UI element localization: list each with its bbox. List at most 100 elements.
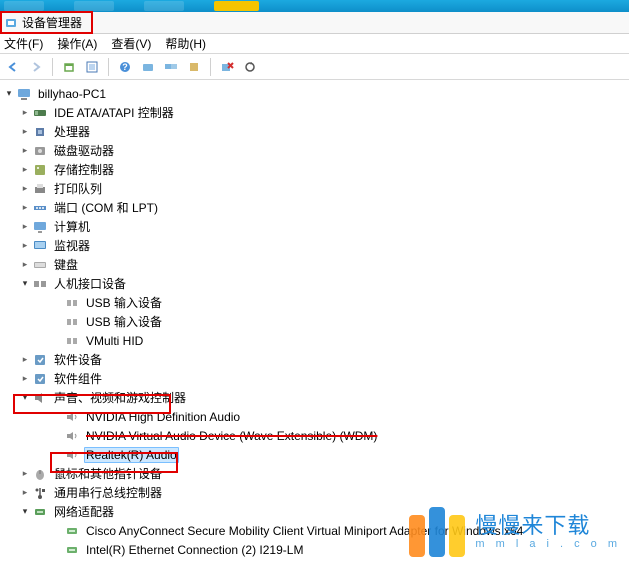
- menu-view[interactable]: 查看(V): [111, 35, 151, 52]
- tree-node-label: 计算机: [52, 217, 92, 236]
- tree-node-label: 磁盘驱动器: [52, 141, 116, 160]
- tree-leaf-label: Realtek(R) Audio: [84, 447, 179, 463]
- tree-leaf[interactable]: NVIDIA Virtual Audio Device (Wave Extens…: [2, 426, 627, 445]
- tree-node[interactable]: ▸打印队列: [2, 179, 627, 198]
- tree-leaf[interactable]: Cisco AnyConnect Secure Mobility Client …: [2, 521, 627, 540]
- mouse-icon: [32, 466, 48, 482]
- app-icon: [4, 16, 18, 30]
- collapse-arrow[interactable]: ▾: [18, 391, 32, 405]
- tree-node[interactable]: ▸ 端口 (COM 和 LPT): [2, 198, 627, 217]
- cpu-icon: [32, 124, 48, 140]
- menu-file[interactable]: 文件(F): [4, 35, 43, 52]
- forward-button[interactable]: [27, 58, 45, 76]
- computer-icon: [16, 86, 32, 102]
- soft-icon: [32, 352, 48, 368]
- show-hidden-button[interactable]: [139, 58, 157, 76]
- hid-icon: [32, 276, 48, 292]
- tree-node[interactable]: ▸IDE ATA/ATAPI 控制器: [2, 103, 627, 122]
- tree-leaf-label: Cisco AnyConnect Secure Mobility Client …: [84, 523, 525, 539]
- tree-leaf[interactable]: Realtek(R) Audio: [2, 445, 627, 464]
- storage-icon: [32, 162, 48, 178]
- device-tree[interactable]: ▾billyhao-PC1▸IDE ATA/ATAPI 控制器▸处理器▸磁盘驱动…: [0, 80, 629, 563]
- usb-icon: [32, 485, 48, 501]
- taskbar: [0, 0, 629, 12]
- expand-arrow[interactable]: ▸: [18, 220, 32, 234]
- tree-node[interactable]: ▾声音、视频和游戏控制器: [2, 388, 627, 407]
- tree-node-label: 键盘: [52, 255, 80, 274]
- expand-arrow[interactable]: ▸: [18, 144, 32, 158]
- taskbar-item[interactable]: [144, 1, 184, 11]
- menu-bar: 文件(F) 操作(A) 查看(V) 帮助(H): [0, 34, 629, 54]
- tree-leaf[interactable]: USB 输入设备: [2, 312, 627, 331]
- taskbar-item[interactable]: [4, 1, 44, 11]
- taskbar-item[interactable]: [74, 1, 114, 11]
- tree-node-label: 端口 (COM 和 LPT): [52, 198, 160, 217]
- soft-icon: [32, 371, 48, 387]
- help-button[interactable]: ?: [116, 58, 134, 76]
- tree-node[interactable]: ▸软件组件: [2, 369, 627, 388]
- collapse-arrow[interactable]: ▾: [2, 87, 16, 101]
- tree-node-label: 通用串行总线控制器: [52, 483, 164, 502]
- expand-arrow[interactable]: ▸: [18, 163, 32, 177]
- tree-leaf[interactable]: NVIDIA High Definition Audio: [2, 407, 627, 426]
- menu-action[interactable]: 操作(A): [57, 35, 97, 52]
- tree-leaf[interactable]: Intel(R) Ethernet Connection (2) I219-LM: [2, 540, 627, 559]
- svg-text:?: ?: [122, 62, 128, 72]
- separator: [52, 58, 53, 76]
- net-sub-icon: [64, 523, 80, 539]
- toolbar: ?: [0, 54, 629, 80]
- tree-leaf-label: USB 输入设备: [84, 312, 164, 331]
- update-driver-button[interactable]: [185, 58, 203, 76]
- back-button[interactable]: [4, 58, 22, 76]
- tree-node[interactable]: ▾ 网络适配器: [2, 502, 627, 521]
- expand-arrow[interactable]: ▸: [18, 106, 32, 120]
- tree-node[interactable]: ▸ 计算机: [2, 217, 627, 236]
- expand-arrow[interactable]: ▸: [18, 201, 32, 215]
- taskbar-item[interactable]: [214, 1, 259, 11]
- refresh-button[interactable]: [241, 58, 259, 76]
- hid-sub-icon: [64, 295, 80, 311]
- expand-arrow[interactable]: ▸: [18, 258, 32, 272]
- tree-node[interactable]: ▸ 监视器: [2, 236, 627, 255]
- tree-node-label: 网络适配器: [52, 502, 116, 521]
- tree-node[interactable]: ▸ 通用串行总线控制器: [2, 483, 627, 502]
- expand-arrow[interactable]: ▸: [18, 353, 32, 367]
- expand-arrow[interactable]: ▸: [18, 182, 32, 196]
- tree-leaf[interactable]: VMulti HID: [2, 331, 627, 350]
- expand-arrow[interactable]: ▸: [18, 125, 32, 139]
- title-bar: 设备管理器: [0, 12, 629, 34]
- tree-leaf-label: VMulti HID: [84, 333, 145, 349]
- tree-node[interactable]: ▸软件设备: [2, 350, 627, 369]
- hid-sub-icon: [64, 314, 80, 330]
- tree-root[interactable]: ▾billyhao-PC1: [2, 84, 627, 103]
- tree-node[interactable]: ▸存储控制器: [2, 160, 627, 179]
- collapse-arrow[interactable]: ▾: [18, 277, 32, 291]
- computer-icon: [32, 219, 48, 235]
- port-icon: [32, 200, 48, 216]
- expand-arrow[interactable]: ▸: [18, 372, 32, 386]
- menu-help[interactable]: 帮助(H): [165, 35, 206, 52]
- scan-button[interactable]: [83, 58, 101, 76]
- expand-arrow[interactable]: ▸: [18, 467, 32, 481]
- tree-leaf-label: Intel(R) Ethernet Connection (2) I219-LM: [84, 542, 305, 558]
- collapse-arrow[interactable]: ▾: [18, 505, 32, 519]
- tree-leaf-label: NVIDIA Virtual Audio Device (Wave Extens…: [84, 428, 379, 444]
- expand-arrow[interactable]: ▸: [18, 486, 32, 500]
- separator: [210, 58, 211, 76]
- expand-arrow[interactable]: ▸: [18, 239, 32, 253]
- tree-leaf[interactable]: USB 输入设备: [2, 293, 627, 312]
- tree-node[interactable]: ▸ 键盘: [2, 255, 627, 274]
- tree-node[interactable]: ▸处理器: [2, 122, 627, 141]
- tree-node-label: 监视器: [52, 236, 92, 255]
- tree-node[interactable]: ▾ 人机接口设备: [2, 274, 627, 293]
- tree-node[interactable]: ▸鼠标和其他指针设备: [2, 464, 627, 483]
- view-devices-button[interactable]: [162, 58, 180, 76]
- tree-node-label: 人机接口设备: [52, 274, 128, 293]
- uninstall-button[interactable]: [218, 58, 236, 76]
- tree-node[interactable]: ▸ 磁盘驱动器: [2, 141, 627, 160]
- sound-icon: [32, 390, 48, 406]
- window-title: 设备管理器: [22, 14, 82, 31]
- speaker-icon: [64, 409, 80, 425]
- keyboard-icon: [32, 257, 48, 273]
- up-button[interactable]: [60, 58, 78, 76]
